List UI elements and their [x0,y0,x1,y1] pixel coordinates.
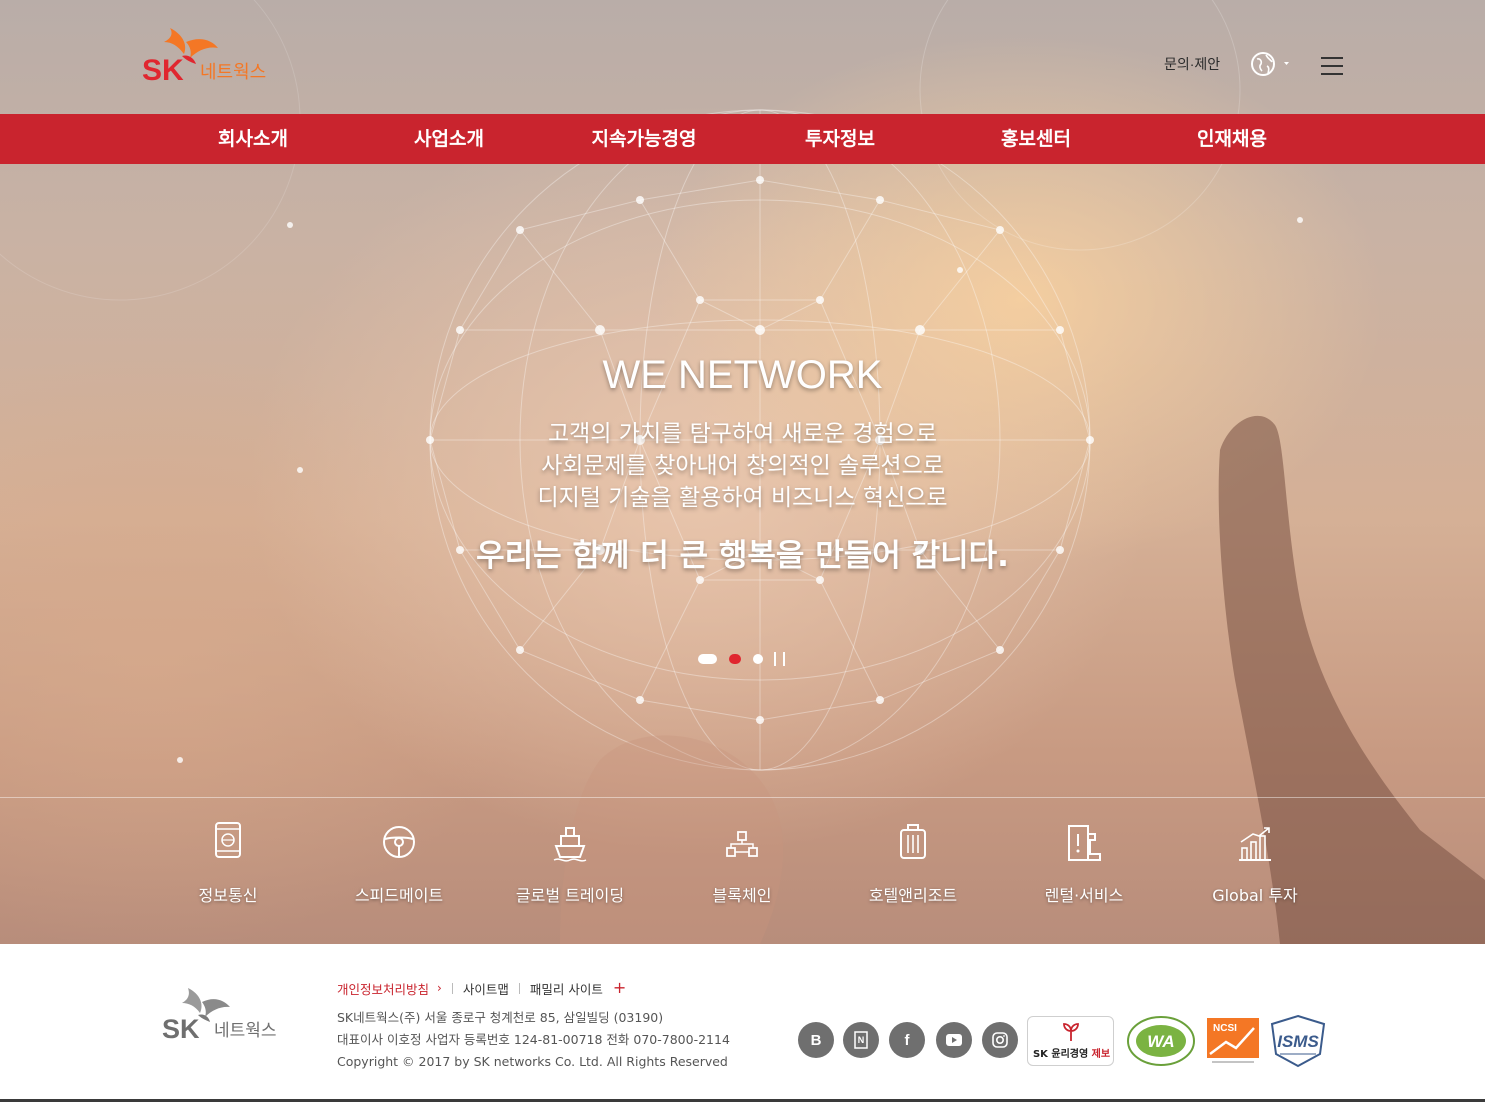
youtube-link[interactable] [936,1022,972,1058]
footer-links: 개인정보처리방침 › 사이트맵 패밀리 사이트 + [337,978,626,998]
copyright: Copyright © 2017 by SK networks Co. Ltd.… [337,1054,728,1069]
biz-item-label: 정보통신 [198,886,258,905]
web-accessibility-badge[interactable]: WA [1125,1014,1197,1068]
youtube-icon [946,1034,962,1046]
separator [518,982,520,994]
company-registration: 대표이사 이호정 사업자 등록번호 124-81-00718 전화 070-78… [337,1032,730,1047]
hero-headline: 우리는 함께 더 큰 행복을 만들어 갑니다. [476,538,1009,574]
footer-logo[interactable]: SK 네트웍스 [162,986,297,1044]
pause-button[interactable] [774,652,786,666]
hero-description: 고객의 가치를 탐구하여 새로운 경험으로 사회문제를 찾아내어 창의적인 솔루… [0,418,1485,514]
isms-badge-text: ISMS [1277,1032,1319,1051]
svg-text:네트웍스: 네트웍스 [214,1021,277,1041]
globe-icon [1251,52,1289,76]
biz-item-speedmate[interactable]: 스피드메이트 [314,820,484,906]
nav-item-company[interactable]: 회사소개 [155,114,351,164]
ethics-report-badge[interactable]: SK 윤리경영 제보 [1027,1016,1114,1066]
chevron-right-icon: › [437,981,442,995]
svg-text:네트웍스: 네트웍스 [200,62,266,83]
svg-text:SK: SK [142,54,184,86]
instagram-icon [992,1032,1008,1048]
biz-item-label: Global 투자 [1212,886,1298,905]
language-selector[interactable] [1250,50,1296,78]
ethics-badge-report: 제보 [1091,1049,1111,1060]
biz-item-label: 호텔앤리조트 [868,886,958,905]
hero-title: WE NETWORK [602,353,883,397]
ncsi-badge-text: NCSI [1213,1023,1237,1034]
biz-item-ict[interactable]: 정보통신 [143,820,313,906]
biz-item-global-investment[interactable]: Global 투자 [1170,820,1340,906]
blog-icon: B [810,1031,822,1049]
menu-button[interactable] [1321,52,1343,80]
facebook-icon: f [904,1031,910,1049]
rental-icon [1068,825,1101,861]
biz-item-hotel-resort[interactable]: 호텔앤리조트 [828,820,998,906]
chevron-down-icon [1284,62,1289,65]
hero-line: 고객의 가치를 탐구하여 새로운 경험으로 [548,421,937,447]
svg-text:N: N [858,1035,865,1045]
nav-item-careers[interactable]: 인재채용 [1134,114,1330,164]
wa-badge-text: WA [1147,1032,1174,1051]
sprout-icon [1063,1023,1079,1041]
slide-dot-1[interactable] [698,654,717,664]
biz-item-label: 블록체인 [712,886,772,905]
smartphone-icon [215,822,241,858]
sitemap-link[interactable]: 사이트맵 [463,979,509,998]
ethics-badge-text: SK 윤리경영 [1032,1049,1092,1060]
hamburger-icon [1321,57,1343,75]
nav-item-business[interactable]: 사업소개 [351,114,547,164]
slide-dot-2[interactable] [729,654,741,664]
privacy-policy-link[interactable]: 개인정보처리방침 [337,979,429,998]
biz-item-label: 렌털·서비스 [1044,886,1124,905]
biz-item-label: 스피드메이트 [354,886,444,905]
luggage-icon [900,824,926,859]
slide-pager [698,652,793,666]
ship-icon [553,827,587,862]
biz-item-label: 글로벌 트레이딩 [515,886,625,905]
isms-badge[interactable]: ISMS [1268,1014,1328,1068]
bar-chart-icon [1239,827,1271,861]
facebook-link[interactable]: f [889,1022,925,1058]
svg-text:SK: SK [162,1014,200,1044]
inquiry-link[interactable]: 문의·제안 [1164,50,1220,78]
hero-line: 사회문제를 찾아내어 창의적인 솔루션으로 [541,453,944,479]
steering-wheel-icon [383,826,415,858]
biz-item-rental-service[interactable]: 렌털·서비스 [999,820,1169,906]
main-navigation: 회사소개 사업소개 지속가능경영 투자정보 홍보센터 인재채용 [0,114,1485,164]
blog-link[interactable]: B [798,1022,834,1058]
biz-item-global-trading[interactable]: 글로벌 트레이딩 [485,820,655,906]
divider [0,797,1485,798]
slide-dot-3[interactable] [753,654,763,664]
ncsi-badge[interactable]: NCSI [1206,1014,1260,1068]
company-info: SK네트웍스(주) 서울 종로구 청계천로 85, 삼일빌딩 (03190) 대… [337,1007,730,1073]
nav-item-pr-center[interactable]: 홍보센터 [938,114,1134,164]
sk-networks-logo[interactable]: SK 네트웍스 [142,24,292,86]
instagram-link[interactable] [982,1022,1018,1058]
biz-item-blockchain[interactable]: 블록체인 [657,820,827,906]
naver-post-link[interactable]: N [843,1022,879,1058]
company-address: SK네트웍스(주) 서울 종로구 청계천로 85, 삼일빌딩 (03190) [337,1010,664,1025]
plus-icon[interactable]: + [613,980,626,996]
blockchain-icon [726,831,758,857]
nav-item-sustainability[interactable]: 지속가능경영 [546,114,742,164]
naver-post-icon: N [854,1031,868,1049]
hero-line: 디지털 기술을 활용하여 비즈니스 혁신으로 [537,485,948,511]
nav-item-investor[interactable]: 투자정보 [742,114,938,164]
separator [451,982,453,994]
family-site-link[interactable]: 패밀리 사이트 [530,979,603,998]
